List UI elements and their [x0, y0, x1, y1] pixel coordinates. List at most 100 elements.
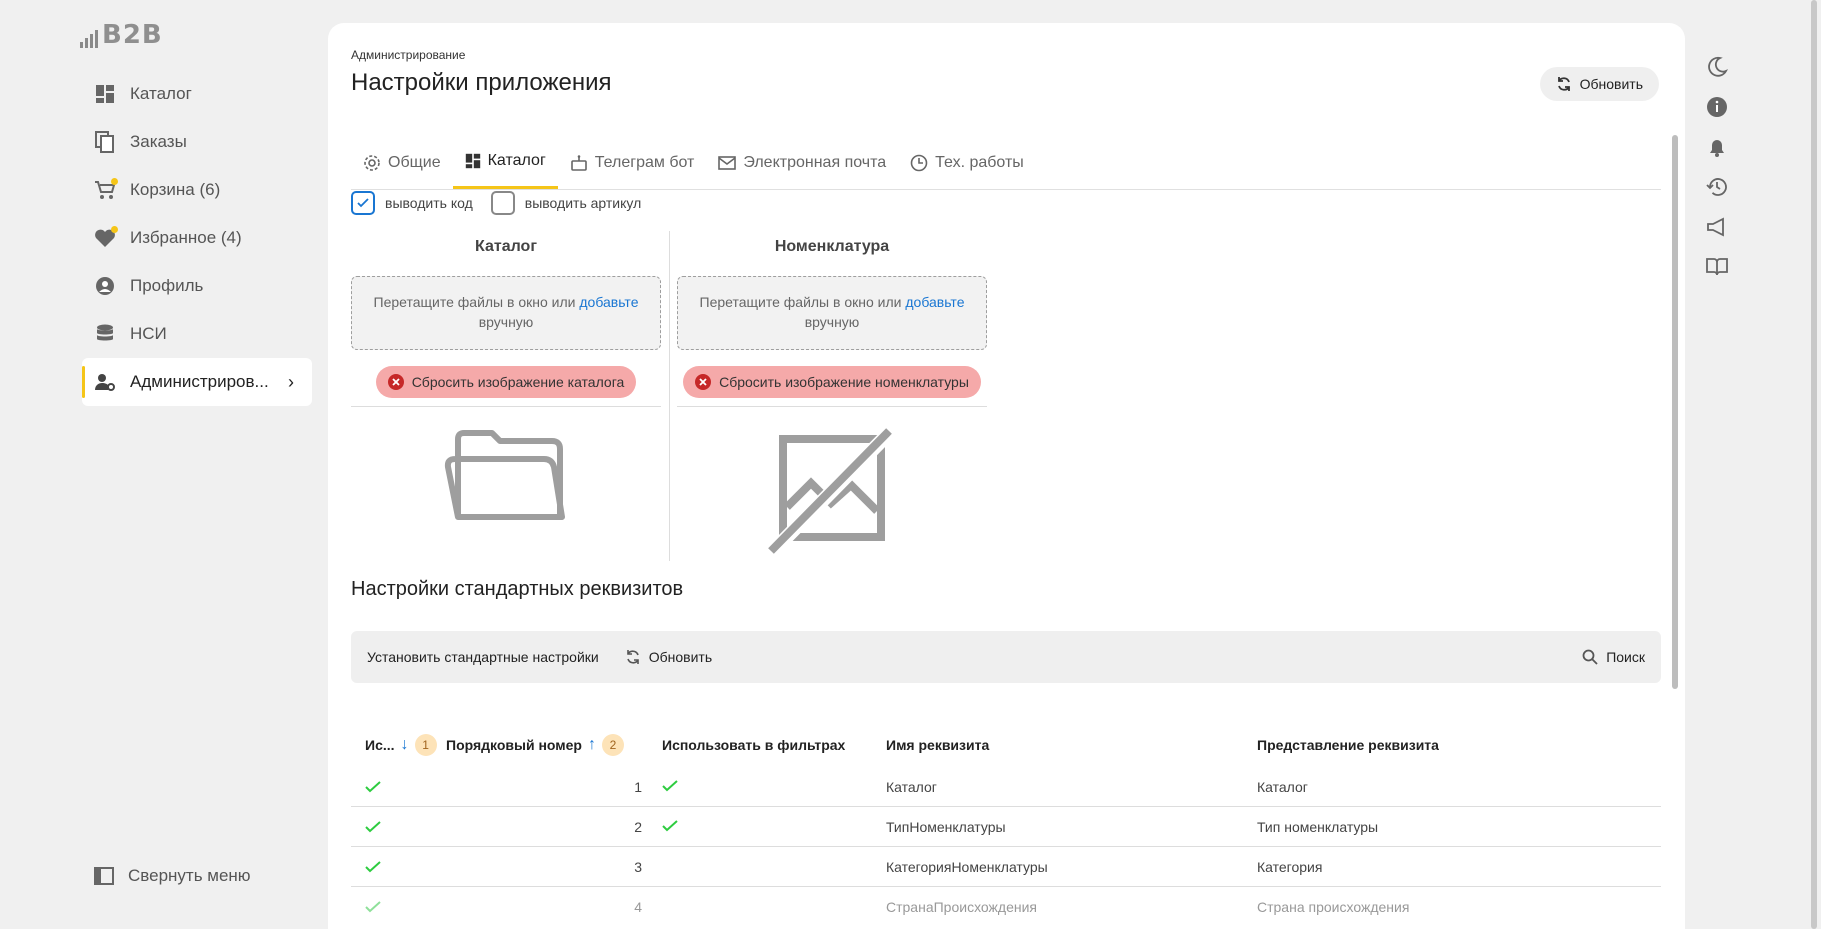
dashboard-icon	[94, 83, 116, 105]
divider	[677, 406, 987, 407]
column-header-presentation[interactable]: Представление реквизита	[1257, 737, 1661, 753]
check-icon	[365, 820, 381, 832]
tab-maintenance[interactable]: Тех. работы	[898, 136, 1036, 189]
search-icon	[1582, 649, 1598, 665]
cell-name: Каталог	[886, 778, 937, 795]
content-scrollbar[interactable]	[1672, 135, 1678, 689]
cell-filters	[656, 819, 886, 835]
cell-presentation: Страна происхождения	[1257, 899, 1410, 915]
gear-icon	[364, 154, 380, 171]
sidebar-item-label: Заказы	[130, 132, 187, 151]
sidebar-item-orders[interactable]: Заказы	[82, 118, 312, 166]
history-icon	[1706, 178, 1727, 196]
requisites-table: Ис... ↓ 1 Порядковый номер ↑ 2 Использов…	[351, 723, 1661, 927]
table-row[interactable]: 2 ТипНоменклатуры Тип номенклатуры	[351, 807, 1661, 847]
section-title: Настройки стандартных реквизитов	[351, 578, 684, 600]
megaphone-icon	[1707, 217, 1724, 237]
notifications-button[interactable]	[1700, 130, 1734, 164]
reset-nomenclature-image-button[interactable]: Сбросить изображение номенклатуры	[683, 366, 981, 398]
catalog-image-title: Каталог	[475, 238, 537, 255]
clock-icon	[910, 154, 928, 171]
column-header-use[interactable]: Ис... ↓ 1	[351, 734, 446, 756]
cell-order: 4	[634, 899, 642, 915]
collapse-menu-button[interactable]: Свернуть меню	[94, 866, 251, 886]
set-defaults-label: Установить стандартные настройки	[367, 649, 599, 665]
sidebar-item-favorites[interactable]: Избранное (4)	[82, 214, 312, 262]
checkbox-checked[interactable]	[351, 191, 375, 215]
sidebar-item-label: Каталог	[130, 84, 192, 103]
tab-label: Общие	[388, 153, 441, 171]
refresh-button[interactable]: Обновить	[1539, 67, 1659, 101]
column-header-name[interactable]: Имя реквизита	[886, 737, 1257, 753]
add-file-link[interactable]: добавьте	[579, 294, 638, 310]
sidebar-item-catalog[interactable]: Каталог	[82, 70, 312, 118]
cell-presentation: Тип номенклатуры	[1257, 818, 1379, 835]
right-toolbar	[1700, 50, 1734, 290]
page-title: Настройки приложения	[351, 69, 612, 96]
tab-catalog[interactable]: Каталог	[452, 136, 558, 189]
search-button[interactable]: Поиск	[1582, 649, 1645, 665]
table-row[interactable]: 3 КатегорияНоменклатуры Категория	[351, 847, 1661, 887]
dropzone-text-after: вручную	[804, 314, 860, 330]
column-header-order[interactable]: Порядковый номер ↑ 2	[446, 734, 656, 756]
table-row[interactable]: 4 СтранаПроисхождения Страна происхожден…	[351, 887, 1661, 927]
reset-catalog-image-button[interactable]: Сбросить изображение каталога	[375, 366, 637, 398]
cell-use	[351, 860, 446, 873]
nomenclature-image-section: Номенклатура Перетащите файлы в окно или…	[677, 238, 987, 557]
requisites-refresh-button[interactable]: Обновить	[625, 649, 712, 665]
cell-use	[351, 901, 446, 913]
docs-button[interactable]	[1700, 250, 1734, 284]
catalog-dropzone[interactable]: Перетащите файлы в окно или добавьте вру…	[351, 276, 661, 350]
logo[interactable]: B2B	[80, 22, 163, 48]
sidebar-item-administration[interactable]: Администриров... ›	[82, 358, 312, 406]
info-button[interactable]	[1700, 90, 1734, 124]
sidebar-nav: Каталог Заказы Корзина (6) Избранное (4)	[82, 70, 312, 406]
sidebar-item-label: Администриров...	[130, 372, 269, 391]
set-defaults-button[interactable]: Установить стандартные настройки	[367, 649, 599, 665]
tab-label: Электронная почта	[743, 153, 887, 171]
tab-telegram-bot[interactable]: Телеграм бот	[558, 136, 707, 189]
dark-mode-button[interactable]	[1700, 50, 1734, 84]
window-scrollbar[interactable]	[1807, 0, 1821, 929]
tabs: Общие Каталог Телеграм бот Электронная п…	[351, 136, 1661, 190]
add-file-link[interactable]: добавьте	[905, 294, 964, 310]
display-options: выводить код выводить артикул	[351, 191, 641, 215]
cell-filters	[656, 779, 886, 795]
show-code-checkbox[interactable]: выводить код	[351, 191, 473, 215]
requisites-toolbar: Установить стандартные настройки Обновит…	[351, 631, 1661, 683]
column-header-filters[interactable]: Использовать в фильтрах	[656, 737, 886, 753]
breadcrumb[interactable]: Администрирование	[351, 48, 465, 62]
tab-general[interactable]: Общие	[351, 136, 453, 189]
sidebar-item-profile[interactable]: Профиль	[82, 262, 312, 310]
dropzone-text: Перетащите файлы в окно или	[699, 294, 906, 310]
announcements-button[interactable]	[1700, 210, 1734, 244]
table-row[interactable]: 1 Каталог Каталог	[351, 767, 1661, 807]
check-icon	[662, 779, 678, 791]
sidebar-toggle-icon	[94, 867, 114, 885]
sort-down-icon: ↓	[400, 736, 409, 753]
check-icon	[365, 780, 381, 792]
tab-email[interactable]: Электронная почта	[706, 136, 898, 189]
bell-icon	[1710, 140, 1724, 157]
dashboard-icon	[465, 153, 480, 169]
sidebar: B2B Каталог Заказы Корзина (6) Избранное…	[0, 0, 320, 929]
info-icon	[1707, 97, 1727, 117]
cell-name: КатегорияНоменклатуры	[886, 858, 1048, 875]
cell-use	[351, 780, 446, 793]
show-code-label: выводить код	[385, 195, 473, 211]
reset-nomenclature-image-label: Сбросить изображение номенклатуры	[719, 374, 969, 390]
sidebar-item-cart[interactable]: Корзина (6)	[82, 166, 312, 214]
sidebar-item-label: Избранное (4)	[130, 228, 242, 247]
folder-open-icon	[351, 427, 661, 527]
nomenclature-dropzone[interactable]: Перетащите файлы в окно или добавьте вру…	[677, 276, 987, 350]
checkbox-unchecked[interactable]	[490, 191, 515, 215]
table-header: Ис... ↓ 1 Порядковый номер ↑ 2 Использов…	[351, 723, 1661, 767]
check-icon	[365, 860, 381, 872]
database-icon	[94, 323, 116, 345]
history-button[interactable]	[1700, 170, 1734, 204]
cell-presentation: Категория	[1257, 858, 1323, 875]
bot-icon	[570, 154, 587, 171]
check-icon	[365, 901, 381, 913]
sidebar-item-nsi[interactable]: НСИ	[82, 310, 312, 358]
show-article-checkbox[interactable]: выводить артикул	[490, 191, 641, 215]
